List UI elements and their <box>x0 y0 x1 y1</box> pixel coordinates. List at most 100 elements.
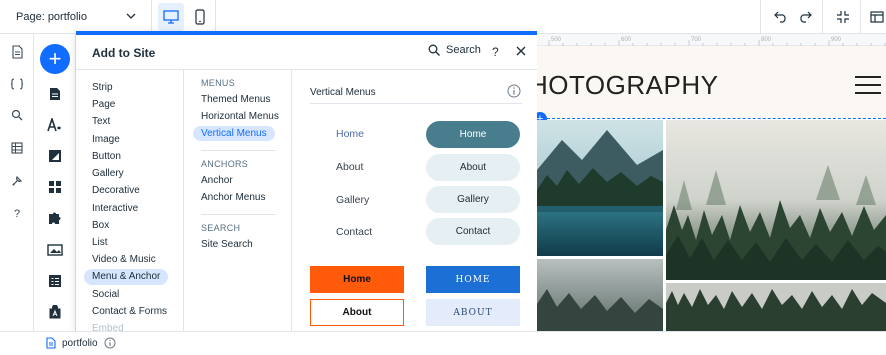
pill-menu-item[interactable]: Contact <box>426 218 520 245</box>
gallery-photo-forest[interactable] <box>666 120 886 280</box>
section-divider <box>201 214 276 215</box>
mobile-icon[interactable] <box>188 3 212 31</box>
ruler-label: 800 <box>761 37 772 43</box>
ruler: 500 600 700 800 900 <box>537 34 886 46</box>
editor-canvas[interactable]: 500 600 700 800 900 HOTOGRAPHY + <box>537 34 886 331</box>
panel-icon[interactable] <box>866 6 886 28</box>
category-item[interactable]: Box <box>84 218 117 234</box>
section-divider <box>201 150 276 151</box>
close-icon[interactable] <box>514 44 528 58</box>
category-item-active[interactable]: Menu & Anchor <box>84 269 169 285</box>
info-icon[interactable] <box>104 337 116 349</box>
ruler-label: 900 <box>831 37 842 43</box>
subcategory-item[interactable]: Horizontal Menus <box>193 109 287 124</box>
toolbar-divider <box>822 0 823 34</box>
category-item[interactable]: Contact & Forms <box>84 304 175 320</box>
category-item[interactable]: List <box>84 235 116 251</box>
help-icon[interactable]: ? <box>7 204 27 224</box>
site-title[interactable]: HOTOGRAPHY <box>537 70 718 101</box>
pages-icon[interactable] <box>7 42 27 62</box>
subcategory-item[interactable]: Anchor Menus <box>193 190 273 205</box>
category-list: Strip Page Text Image Button Gallery Dec… <box>76 70 184 331</box>
site-header[interactable]: HOTOGRAPHY <box>537 46 886 118</box>
gallery-photo-lake[interactable] <box>537 120 663 256</box>
menu-preview-item[interactable]: Gallery <box>336 194 369 206</box>
code-icon[interactable] <box>7 74 27 94</box>
add-to-site-panel: Add to Site Search ? Strip Page Text Ima… <box>76 31 537 331</box>
pill-menu-item[interactable]: Home <box>426 121 520 148</box>
menu-preview-item[interactable]: Home <box>336 128 364 140</box>
page-selector[interactable]: Page: portfolio <box>0 0 152 34</box>
info-icon[interactable] <box>507 84 521 98</box>
menu-preview-item[interactable]: Contact <box>336 226 372 238</box>
pill-menu-item[interactable]: Gallery <box>426 186 520 213</box>
category-item[interactable]: Strip <box>84 80 121 96</box>
menu-preview-item[interactable]: About <box>336 161 363 173</box>
blue-menu-item[interactable]: HOME <box>426 266 520 293</box>
category-item[interactable]: Gallery <box>84 166 132 182</box>
add-toolbar: + <box>34 34 76 331</box>
current-page-name: portfolio <box>62 337 98 349</box>
gallery-gap <box>663 120 666 331</box>
media-icon[interactable] <box>45 240 65 260</box>
category-item[interactable]: Social <box>84 287 127 303</box>
gallery-photo-treeline[interactable] <box>666 283 886 331</box>
section-header-menus: MENUS <box>201 78 236 88</box>
chevron-down-icon <box>126 13 136 19</box>
page-selector-prefix: Page: <box>16 11 45 23</box>
category-item[interactable]: Decorative <box>84 183 148 199</box>
subcategory-item[interactable]: Site Search <box>193 237 261 252</box>
tools-icon[interactable] <box>7 171 27 191</box>
category-item[interactable]: Interactive <box>84 201 146 217</box>
section-header-search: SEARCH <box>201 223 241 233</box>
subcategory-list: MENUS Themed Menus Horizontal Menus Vert… <box>184 70 292 331</box>
orange-menu-item[interactable]: About <box>310 299 404 326</box>
toolbar-divider <box>760 0 761 34</box>
subcategory-item[interactable]: Anchor <box>193 173 241 188</box>
page-selector-value: portfolio <box>47 11 87 23</box>
search-icon[interactable] <box>7 105 27 125</box>
ruler-label: 500 <box>551 37 562 43</box>
panel-header: Add to Site Search ? <box>76 35 537 70</box>
redo-icon[interactable] <box>794 6 816 28</box>
undo-icon[interactable] <box>770 6 792 28</box>
category-item[interactable]: Button <box>84 149 129 165</box>
add-elements-button[interactable]: + <box>40 44 70 74</box>
panel-help-button[interactable]: ? <box>492 45 499 59</box>
section-guide <box>537 118 886 119</box>
table-icon[interactable] <box>7 138 27 158</box>
apps-icon[interactable] <box>45 177 65 197</box>
page-icon[interactable] <box>45 84 65 104</box>
ruler-label: 700 <box>691 37 702 43</box>
blue-menu-item[interactable]: ABOUT <box>426 299 520 326</box>
desktop-icon[interactable] <box>158 3 184 31</box>
category-item[interactable]: Image <box>84 132 128 148</box>
category-item[interactable]: Embed <box>84 321 132 331</box>
subcategory-item-active[interactable]: Vertical Menus <box>193 126 275 141</box>
toolbar-divider <box>215 0 216 34</box>
store-icon[interactable] <box>45 302 65 322</box>
hamburger-menu-icon[interactable] <box>855 76 881 96</box>
background-icon[interactable] <box>45 146 65 166</box>
category-item[interactable]: Text <box>84 114 118 130</box>
text-style-icon[interactable] <box>45 115 65 135</box>
panel-search-button[interactable]: Search <box>428 44 481 56</box>
zoom-icon[interactable] <box>832 6 854 28</box>
current-page-indicator[interactable]: portfolio <box>46 337 116 349</box>
puzzle-icon[interactable] <box>45 208 65 228</box>
preview-area: Vertical Menus Home About Gallery Contac… <box>292 70 537 331</box>
bottom-bar: portfolio <box>0 331 886 355</box>
category-item[interactable]: Page <box>84 97 123 113</box>
panel-search-label: Search <box>446 44 481 56</box>
page-icon <box>46 337 56 349</box>
top-bar: Page: portfolio <box>0 0 886 34</box>
pill-menu-item[interactable]: About <box>426 154 520 181</box>
section-header-anchors: ANCHORS <box>201 159 249 169</box>
list-icon[interactable] <box>45 271 65 291</box>
subcategory-item[interactable]: Themed Menus <box>193 92 278 107</box>
category-item[interactable]: Video & Music <box>84 252 164 268</box>
orange-menu-item[interactable]: Home <box>310 266 404 293</box>
toolbar-divider <box>860 0 861 34</box>
gallery-photo-mist[interactable] <box>537 259 663 331</box>
gallery-gap <box>666 280 886 283</box>
